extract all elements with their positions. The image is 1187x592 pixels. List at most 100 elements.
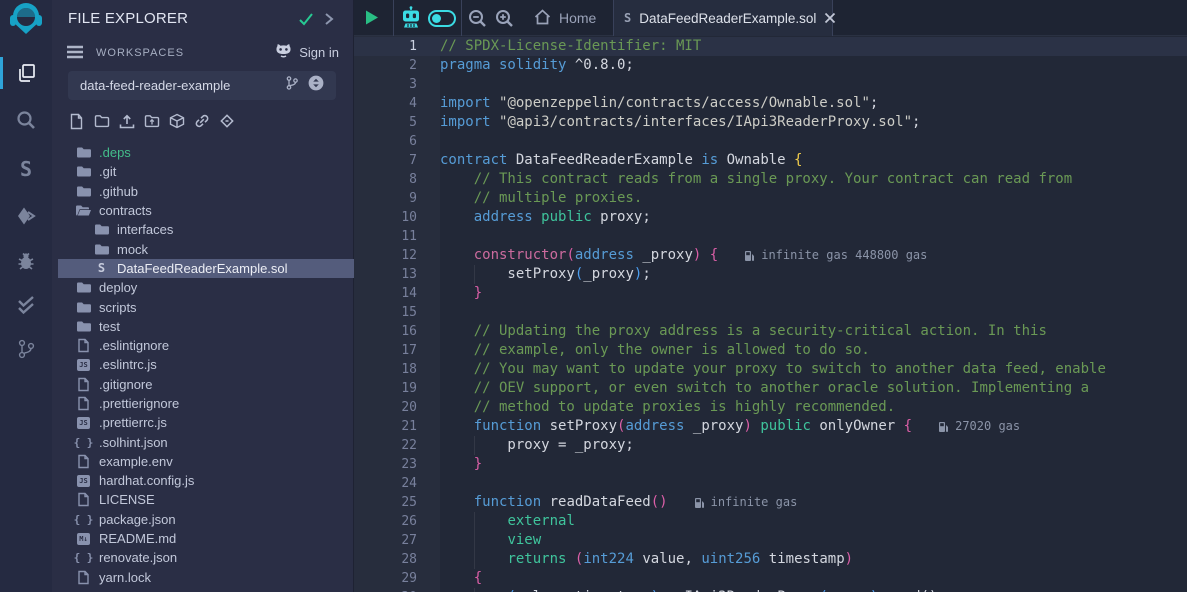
tree-folder-scripts[interactable]: scripts bbox=[52, 297, 354, 316]
code-line[interactable]: 23 } bbox=[354, 455, 1187, 474]
new-file-icon[interactable] bbox=[68, 112, 85, 130]
tree-folder--github[interactable]: .github bbox=[52, 182, 354, 201]
tree-folder--deps[interactable]: .deps bbox=[52, 143, 354, 162]
code-line[interactable]: 1// SPDX-License-Identifier: MIT bbox=[354, 37, 1187, 56]
tree-file-example-env[interactable]: example.env bbox=[52, 452, 354, 471]
code-line[interactable]: 14 } bbox=[354, 284, 1187, 303]
run-script-button[interactable] bbox=[364, 9, 380, 31]
code-line[interactable]: 25 function readDataFeed()infinite gas bbox=[354, 493, 1187, 512]
code-line[interactable]: 9 // multiple proxies. bbox=[354, 189, 1187, 208]
code-text: returns (int224 value, uint256 timestamp… bbox=[440, 550, 853, 569]
line-number: 8 bbox=[354, 170, 440, 189]
rail-item-search-icon[interactable] bbox=[0, 103, 52, 137]
workspace-name: data-feed-reader-example bbox=[80, 78, 286, 93]
line-number: 21 bbox=[354, 417, 440, 436]
code-line[interactable]: 24 bbox=[354, 474, 1187, 493]
upload-file-icon[interactable] bbox=[118, 112, 135, 130]
ai-toggle[interactable] bbox=[428, 10, 456, 27]
tree-file--eslintrc-js[interactable]: JS.eslintrc.js bbox=[52, 355, 354, 374]
code-line[interactable]: 7contract DataFeedReaderExample is Ownab… bbox=[354, 151, 1187, 170]
code-line[interactable]: 11 bbox=[354, 227, 1187, 246]
tree-file-package-json[interactable]: { }package.json bbox=[52, 510, 354, 529]
code-line[interactable]: 3 bbox=[354, 75, 1187, 94]
code-line[interactable]: 8 // This contract reads from a single p… bbox=[354, 170, 1187, 189]
ipfs-cube-icon[interactable] bbox=[168, 112, 185, 130]
zoom-out-icon[interactable] bbox=[468, 9, 487, 33]
code-text: view bbox=[440, 531, 541, 550]
tree-file--eslintignore[interactable]: .eslintignore bbox=[52, 336, 354, 355]
tree-folder-deploy[interactable]: deploy bbox=[52, 278, 354, 297]
line-number: 12 bbox=[354, 246, 440, 265]
rail-item-git-icon[interactable] bbox=[0, 332, 52, 366]
rail-item-solidity-compiler-icon[interactable]: S bbox=[0, 152, 52, 186]
tree-item-label: contracts bbox=[99, 203, 152, 218]
tree-file--gitignore[interactable]: .gitignore bbox=[52, 375, 354, 394]
tree-folder-test[interactable]: test bbox=[52, 317, 354, 336]
close-tab-icon[interactable] bbox=[824, 12, 836, 24]
remix-logo-icon[interactable] bbox=[3, 2, 49, 46]
code-line[interactable]: 16 // Updating the proxy address is a se… bbox=[354, 322, 1187, 341]
tree-file-yarn-lock[interactable]: yarn.lock bbox=[52, 568, 354, 587]
ai-assistant-robot-icon[interactable] bbox=[400, 6, 422, 35]
check-icon[interactable] bbox=[298, 12, 314, 31]
zoom-in-icon[interactable] bbox=[495, 9, 514, 33]
rail-item-deploy-and-run-icon[interactable] bbox=[0, 199, 52, 233]
code-line[interactable]: 12 constructor(address _proxy) {infinite… bbox=[354, 246, 1187, 265]
line-number: 17 bbox=[354, 341, 440, 360]
code-line[interactable]: 19 // OEV support, or even switch to ano… bbox=[354, 379, 1187, 398]
code-editor[interactable]: 1// SPDX-License-Identifier: MIT2pragma … bbox=[354, 36, 1187, 592]
solidity-file-icon: S bbox=[624, 11, 631, 25]
rail-item-debugger-icon[interactable] bbox=[0, 244, 52, 278]
tree-file-datafeedreaderexample-sol[interactable]: SDataFeedReaderExample.sol bbox=[58, 259, 354, 278]
rail-item-file-explorer-icon[interactable] bbox=[0, 56, 52, 90]
line-number: 15 bbox=[354, 303, 440, 322]
code-line[interactable]: 13 setProxy(_proxy); bbox=[354, 265, 1187, 284]
workspace-dropdown-icon[interactable] bbox=[308, 75, 324, 96]
tree-file-renovate-json[interactable]: { }renovate.json bbox=[52, 548, 354, 567]
code-line[interactable]: 20 // method to update proxies is highly… bbox=[354, 398, 1187, 417]
code-line[interactable]: 5import "@api3/contracts/interfaces/IApi… bbox=[354, 113, 1187, 132]
code-line[interactable]: 18 // You may want to update your proxy … bbox=[354, 360, 1187, 379]
folder-icon bbox=[94, 244, 109, 255]
tree-file--solhint-json[interactable]: { }.solhint.json bbox=[52, 432, 354, 451]
workspace-select[interactable]: data-feed-reader-example bbox=[68, 71, 336, 100]
code-line[interactable]: 4import "@openzeppelin/contracts/access/… bbox=[354, 94, 1187, 113]
code-line[interactable]: 17 // example, only the owner is allowed… bbox=[354, 341, 1187, 360]
code-line[interactable]: 10 address public proxy; bbox=[354, 208, 1187, 227]
file-icon bbox=[76, 570, 91, 585]
tree-file-license[interactable]: LICENSE bbox=[52, 490, 354, 509]
link-icon[interactable] bbox=[193, 112, 210, 130]
indent-guide bbox=[474, 436, 475, 455]
code-line[interactable]: 2pragma solidity ^0.8.0; bbox=[354, 56, 1187, 75]
code-line[interactable]: 27 view bbox=[354, 531, 1187, 550]
tree-file--prettierrc-js[interactable]: JS.prettierrc.js bbox=[52, 413, 354, 432]
code-line[interactable]: 15 bbox=[354, 303, 1187, 322]
tree-item-label: .eslintrc.js bbox=[99, 357, 157, 372]
line-number: 25 bbox=[354, 493, 440, 512]
workspaces-menu-icon[interactable] bbox=[66, 45, 84, 64]
chevron-right-icon[interactable] bbox=[324, 12, 334, 31]
code-line[interactable]: 6 bbox=[354, 132, 1187, 151]
code-line[interactable]: 21 function setProxy(address _proxy) pub… bbox=[354, 417, 1187, 436]
tree-file--prettierignore[interactable]: .prettierignore bbox=[52, 394, 354, 413]
upload-folder-icon[interactable] bbox=[143, 112, 160, 130]
code-line[interactable]: 29 { bbox=[354, 569, 1187, 588]
tree-item-label: .github bbox=[99, 184, 138, 199]
tab-home[interactable]: Home bbox=[522, 0, 608, 36]
rail-item-unit-testing-icon[interactable] bbox=[0, 288, 52, 322]
code-line[interactable]: 30 (value, timestamp) = IApi3ReaderProxy… bbox=[354, 588, 1187, 592]
tree-folder-contracts[interactable]: contracts bbox=[52, 201, 354, 220]
new-folder-icon[interactable] bbox=[93, 112, 110, 130]
tree-folder--git[interactable]: .git bbox=[52, 162, 354, 181]
tab-datafeedreaderexample-sol[interactable]: S DataFeedReaderExample.sol bbox=[613, 0, 833, 36]
tree-folder-mock[interactable]: mock bbox=[52, 239, 354, 258]
code-line[interactable]: 26 external bbox=[354, 512, 1187, 531]
tree-file-readme-md[interactable]: M↓README.md bbox=[52, 529, 354, 548]
code-line[interactable]: 22 proxy = _proxy; bbox=[354, 436, 1187, 455]
code-line[interactable]: 28 returns (int224 value, uint256 timest… bbox=[354, 550, 1187, 569]
file-tree: .deps.git .github contracts interfacesmockS… bbox=[52, 143, 354, 587]
gist-icon[interactable] bbox=[218, 112, 235, 130]
tree-folder-interfaces[interactable]: interfaces bbox=[52, 220, 354, 239]
sign-in-button[interactable]: Sign in bbox=[275, 43, 339, 61]
tree-file-hardhat-config-js[interactable]: JShardhat.config.js bbox=[52, 471, 354, 490]
